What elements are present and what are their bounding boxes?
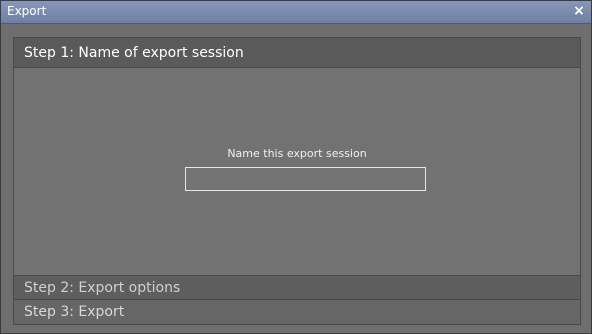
window-title: Export (7, 4, 47, 18)
export-dialog: Export × Step 1: Name of export session … (0, 0, 592, 334)
step-3-header[interactable]: Step 3: Export (14, 299, 580, 324)
step-2-header[interactable]: Step 2: Export options (14, 275, 580, 299)
step-1-header[interactable]: Step 1: Name of export session (14, 38, 580, 68)
wizard-panel: Step 1: Name of export session Name this… (13, 37, 581, 325)
session-name-label: Name this export session (227, 147, 367, 160)
session-name-input[interactable] (185, 167, 426, 191)
close-icon[interactable]: × (571, 3, 587, 19)
title-bar[interactable]: Export × (1, 1, 591, 24)
step-1-content: Name this export session (14, 68, 580, 274)
